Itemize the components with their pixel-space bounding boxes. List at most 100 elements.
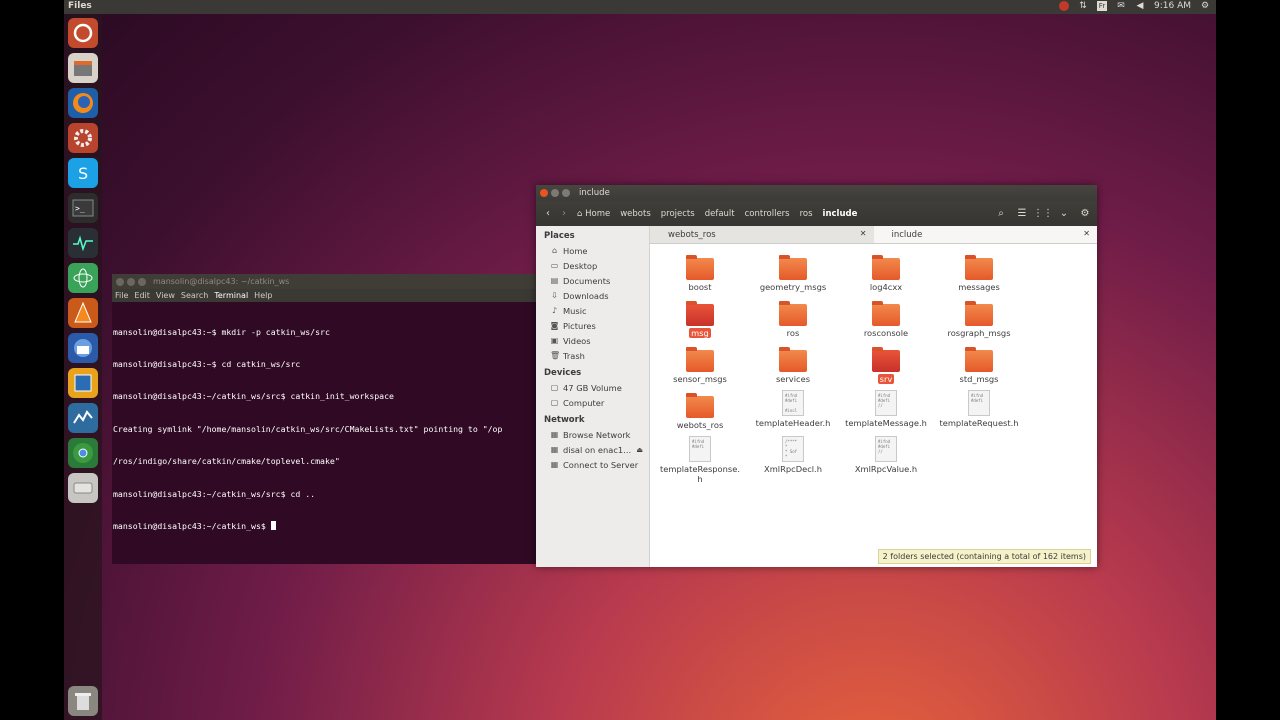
system-monitor-icon[interactable] bbox=[68, 228, 98, 258]
minimize-button[interactable] bbox=[551, 189, 559, 197]
terminal-titlebar[interactable]: mansolin@disalpc43: ~/catkin_ws bbox=[112, 274, 552, 289]
close-button[interactable] bbox=[540, 189, 548, 197]
file-grid[interactable]: boost geometry_msgs log4cxx messages msg… bbox=[650, 244, 1097, 567]
terminal-icon[interactable]: >_ bbox=[68, 193, 98, 223]
folder-messages[interactable]: messages bbox=[933, 255, 1025, 292]
file-template-header[interactable]: #ifnd #defi #incl templateHeader.h bbox=[747, 390, 839, 428]
back-button[interactable]: ‹ bbox=[540, 206, 556, 222]
sidebar-item-desktop[interactable]: ▭ Desktop bbox=[536, 258, 649, 273]
folder-boost[interactable]: boost bbox=[654, 255, 746, 292]
folder-rosgraph-msgs[interactable]: rosgraph_msgs bbox=[933, 301, 1025, 338]
video-icon: ▣ bbox=[550, 336, 559, 345]
file-template-message[interactable]: #ifnd #defi//templateMessage.h bbox=[840, 390, 932, 428]
folder-log4cxx[interactable]: log4cxx bbox=[840, 255, 932, 292]
window-title: include bbox=[579, 188, 610, 198]
breadcrumb-default[interactable]: default bbox=[700, 206, 740, 222]
breadcrumb-controllers[interactable]: controllers bbox=[740, 206, 795, 222]
tab-include[interactable]: include ✕ bbox=[873, 226, 1097, 243]
folder-services[interactable]: services bbox=[747, 347, 839, 384]
close-button[interactable] bbox=[116, 277, 124, 286]
thunderbird-icon[interactable] bbox=[68, 333, 98, 363]
tab-webots-ros[interactable]: webots_ros ✕ bbox=[650, 226, 874, 243]
menu-edit[interactable]: Edit bbox=[134, 291, 150, 300]
vlc-icon[interactable] bbox=[68, 298, 98, 328]
grid-view-icon[interactable]: ⋮⋮ bbox=[1033, 206, 1053, 222]
folder-rosconsole[interactable]: rosconsole bbox=[840, 301, 932, 338]
files-app-icon[interactable] bbox=[68, 53, 98, 83]
maximize-button[interactable] bbox=[138, 277, 146, 286]
terminal-output[interactable]: mansolin@disalpc43:~$ mkdir -p catkin_ws… bbox=[112, 302, 552, 556]
folder-webots-ros[interactable]: webots_ros bbox=[654, 393, 746, 430]
close-icon[interactable]: ✕ bbox=[860, 229, 867, 238]
menu-view[interactable]: View bbox=[156, 291, 175, 300]
minimize-button[interactable] bbox=[127, 277, 135, 286]
files-titlebar[interactable]: include bbox=[536, 185, 1097, 201]
firefox-icon[interactable] bbox=[68, 88, 98, 118]
sidebar-item-computer[interactable]: ▢ Computer bbox=[536, 395, 649, 410]
breadcrumb-webots[interactable]: webots bbox=[615, 206, 656, 222]
folder-msg[interactable]: msg bbox=[654, 301, 746, 338]
terminal-window[interactable]: mansolin@disalpc43: ~/catkin_ws File Edi… bbox=[112, 274, 552, 564]
menu-help[interactable]: Help bbox=[254, 291, 272, 300]
forward-button[interactable]: › bbox=[556, 206, 572, 222]
sidebar-item-downloads[interactable]: ⇩ Downloads bbox=[536, 288, 649, 303]
camera-icon: ◙ bbox=[550, 321, 559, 330]
folder-ros[interactable]: ros bbox=[747, 301, 839, 338]
power-gear-icon[interactable]: ⚙ bbox=[1200, 1, 1210, 11]
record-icon[interactable] bbox=[1059, 1, 1069, 11]
text-file-icon: #ifnd #defi// bbox=[875, 436, 897, 462]
folder-std-msgs[interactable]: std_msgs bbox=[933, 347, 1025, 384]
skype-icon[interactable]: S bbox=[68, 158, 98, 188]
trash-icon[interactable] bbox=[68, 686, 98, 716]
sidebar-item-browse-network[interactable]: ▦ Browse Network bbox=[536, 427, 649, 442]
sidebar-item-videos[interactable]: ▣ Videos bbox=[536, 333, 649, 348]
breadcrumb-home[interactable]: ⌂ Home bbox=[572, 206, 615, 222]
menu-terminal[interactable]: Terminal bbox=[214, 291, 248, 300]
maximize-button[interactable] bbox=[562, 189, 570, 197]
virtualbox-icon[interactable] bbox=[68, 368, 98, 398]
clock[interactable]: 9:16 AM bbox=[1154, 1, 1191, 11]
breadcrumb-ros[interactable]: ros bbox=[795, 206, 818, 222]
menu-search[interactable]: Search bbox=[181, 291, 208, 300]
folder-icon bbox=[965, 301, 993, 326]
sidebar-item-trash[interactable]: 🗑 Trash bbox=[536, 348, 649, 363]
keyboard-layout-icon[interactable]: Fr bbox=[1097, 1, 1107, 11]
file-template-response[interactable]: #ifnd #defi templateResponse.h bbox=[654, 436, 746, 484]
breadcrumb-projects[interactable]: projects bbox=[656, 206, 700, 222]
mail-icon[interactable]: ✉ bbox=[1116, 1, 1126, 11]
folder-geometry-msgs[interactable]: geometry_msgs bbox=[747, 255, 839, 292]
drive-icon: ▢ bbox=[550, 398, 559, 407]
breadcrumb-include[interactable]: include bbox=[818, 206, 863, 222]
ubuntu-dash-icon[interactable] bbox=[68, 18, 98, 48]
files-window[interactable]: include ‹ › ⌂ Home webots projects defau… bbox=[536, 185, 1097, 567]
sidebar-item-pictures[interactable]: ◙ Pictures bbox=[536, 318, 649, 333]
atom-editor-icon[interactable] bbox=[68, 263, 98, 293]
folder-icon bbox=[872, 347, 900, 372]
folder-srv[interactable]: srv bbox=[840, 347, 932, 384]
chevron-down-icon[interactable]: ⌄ bbox=[1056, 206, 1072, 222]
sidebar-item-network-share[interactable]: ▦ disal on enac1... ⏏ bbox=[536, 442, 649, 457]
chrome-icon[interactable] bbox=[68, 438, 98, 468]
sidebar-item-documents[interactable]: ▤ Documents bbox=[536, 273, 649, 288]
menu-file[interactable]: File bbox=[115, 291, 128, 300]
list-view-icon[interactable]: ☰ bbox=[1014, 206, 1030, 222]
network-icon[interactable]: ⇅ bbox=[1078, 1, 1088, 11]
folder-icon bbox=[872, 255, 900, 280]
sidebar-item-connect-server[interactable]: ▦ Connect to Server bbox=[536, 457, 649, 472]
eject-icon[interactable]: ⏏ bbox=[636, 446, 643, 454]
sidebar-item-volume[interactable]: ▢ 47 GB Volume bbox=[536, 380, 649, 395]
folder-sensor-msgs[interactable]: sensor_msgs bbox=[654, 347, 746, 384]
file-xmlrpc-decl[interactable]: /**** * * Sof * XmlRpcDecl.h bbox=[747, 436, 839, 474]
sidebar-item-music[interactable]: ♪ Music bbox=[536, 303, 649, 318]
gear-icon[interactable]: ⚙ bbox=[1077, 206, 1093, 222]
close-icon[interactable]: ✕ bbox=[1083, 229, 1090, 238]
file-template-request[interactable]: #ifnd #defi templateRequest.h bbox=[933, 390, 1025, 428]
webots-icon[interactable] bbox=[68, 403, 98, 433]
system-settings-icon[interactable] bbox=[68, 123, 98, 153]
search-icon[interactable]: ⌕ bbox=[993, 206, 1009, 222]
sidebar-item-home[interactable]: ⌂ Home bbox=[536, 243, 649, 258]
drive-icon[interactable] bbox=[68, 473, 98, 503]
home-icon: ⌂ bbox=[577, 208, 583, 219]
volume-icon[interactable]: ◀ bbox=[1135, 1, 1145, 11]
file-xmlrpc-value[interactable]: #ifnd #defi//XmlRpcValue.h bbox=[840, 436, 932, 474]
